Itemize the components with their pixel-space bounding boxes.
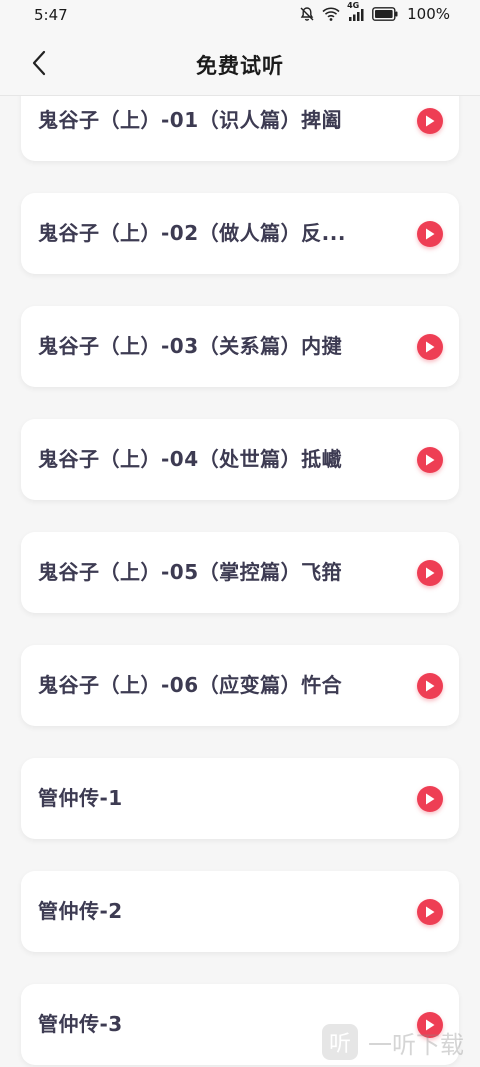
episode-card[interactable]: 管仲传-1 xyxy=(21,758,459,839)
status-icons: 4G 100% xyxy=(299,1,450,23)
battery-icon xyxy=(372,7,398,21)
play-icon xyxy=(426,454,435,466)
page-title: 免费试听 xyxy=(196,54,284,78)
play-icon xyxy=(426,341,435,353)
battery-level: 100% xyxy=(407,5,450,23)
episode-title: 鬼谷子（上）-04（处世篇）抵巇 xyxy=(38,447,343,471)
episode-list-inner: 鬼谷子（上）-01（识人篇）捭阖 鬼谷子（上）-02（做人篇）反... 鬼谷子（上）… xyxy=(21,96,459,1067)
play-icon xyxy=(426,906,435,918)
network-type-label: 4G xyxy=(347,1,360,10)
episode-title: 鬼谷子（上）-05（掌控篇）飞箝 xyxy=(38,560,343,584)
episode-title: 管仲传-1 xyxy=(38,786,123,810)
play-button[interactable] xyxy=(417,899,443,925)
play-button[interactable] xyxy=(417,673,443,699)
mute-bell-icon xyxy=(299,6,315,22)
episode-title: 鬼谷子（上）-02（做人篇）反... xyxy=(38,221,346,245)
episode-card[interactable]: 鬼谷子（上）-03（关系篇）内揵 xyxy=(21,306,459,387)
status-bar: 5:47 4G 100% xyxy=(0,0,480,32)
episode-card[interactable]: 鬼谷子（上）-04（处世篇）抵巇 xyxy=(21,419,459,500)
wifi-icon xyxy=(322,6,340,22)
play-button[interactable] xyxy=(417,447,443,473)
play-icon xyxy=(426,228,435,240)
play-icon xyxy=(426,680,435,692)
episode-title: 鬼谷子（上）-06（应变篇）忤合 xyxy=(38,673,343,697)
app-header: 免费试听 xyxy=(0,32,480,96)
play-icon xyxy=(426,793,435,805)
episode-title: 鬼谷子（上）-01（识人篇）捭阖 xyxy=(38,108,343,132)
play-button[interactable] xyxy=(417,221,443,247)
play-button[interactable] xyxy=(417,108,443,134)
play-icon xyxy=(426,115,435,127)
watermark-logo: 听 xyxy=(322,1024,358,1060)
episode-card[interactable]: 鬼谷子（上）-05（掌控篇）飞箝 xyxy=(21,532,459,613)
episode-title: 鬼谷子（上）-03（关系篇）内揵 xyxy=(38,334,343,358)
play-button[interactable] xyxy=(417,786,443,812)
episode-card[interactable]: 鬼谷子（上）-01（识人篇）捭阖 xyxy=(21,96,459,161)
play-icon xyxy=(426,567,435,579)
episode-list[interactable]: 鬼谷子（上）-01（识人篇）捭阖 鬼谷子（上）-02（做人篇）反... 鬼谷子（上）… xyxy=(0,96,480,1067)
status-time: 5:47 xyxy=(34,6,68,24)
play-button[interactable] xyxy=(417,560,443,586)
play-button[interactable] xyxy=(417,334,443,360)
episode-card[interactable]: 管仲传-2 xyxy=(21,871,459,952)
episode-card[interactable]: 鬼谷子（上）-06（应变篇）忤合 xyxy=(21,645,459,726)
watermark-logo-char: 听 xyxy=(328,1032,351,1057)
episode-card[interactable]: 鬼谷子（上）-02（做人篇）反... xyxy=(21,193,459,274)
cellular-signal-icon: 4G xyxy=(347,1,365,22)
watermark: 听 一听下载 xyxy=(322,1022,464,1062)
episode-title: 管仲传-2 xyxy=(38,899,123,923)
watermark-text: 一听下载 xyxy=(368,1030,464,1059)
